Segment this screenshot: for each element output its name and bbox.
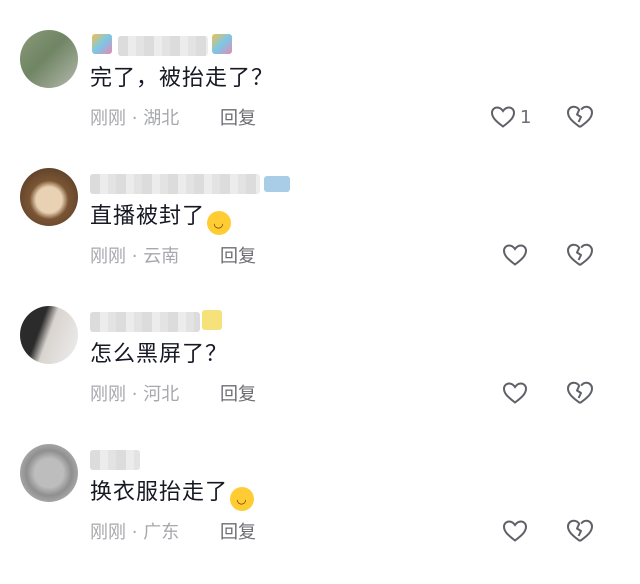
comment-time: 刚刚 — [90, 384, 126, 405]
meta-separator: · — [131, 108, 138, 129]
username-blurred[interactable] — [90, 312, 200, 332]
comment-time: 刚刚 — [90, 246, 126, 267]
dislike-button[interactable] — [566, 104, 594, 134]
user-badge-icon — [212, 34, 232, 54]
heart-outline-icon — [502, 244, 528, 266]
comment-item: 换衣服抬走了 ◡ 刚刚 · 广东 回复 — [0, 444, 640, 584]
like-count: 1 — [520, 106, 532, 128]
comment-meta: 刚刚 · 湖北 — [90, 104, 179, 130]
meta-separator: · — [131, 384, 138, 405]
user-badge-icon — [92, 34, 112, 54]
heart-outline-icon — [502, 382, 528, 404]
reply-button[interactable]: 回复 — [220, 104, 256, 130]
like-button[interactable] — [502, 518, 532, 544]
comment-time: 刚刚 — [90, 522, 126, 543]
comment-text: 怎么黑屏了？ — [90, 342, 229, 367]
grinning-sweat-emoji: ◡ — [230, 487, 255, 511]
comment-item: 怎么黑屏了？ 刚刚 · 河北 回复 — [0, 306, 640, 446]
avatar[interactable] — [20, 444, 78, 502]
comment-meta: 刚刚 · 广东 — [90, 518, 179, 544]
dislike-button[interactable] — [566, 242, 594, 272]
meta-separator: · — [131, 246, 138, 267]
avatar[interactable] — [20, 306, 78, 364]
reply-button[interactable]: 回复 — [220, 380, 256, 406]
comment-text: 完了，被抬走了？ — [90, 66, 275, 91]
avatar[interactable] — [20, 168, 78, 226]
like-button[interactable] — [502, 242, 532, 268]
broken-heart-icon — [567, 381, 593, 404]
reply-button[interactable]: 回复 — [220, 242, 256, 268]
like-button[interactable] — [502, 380, 532, 406]
comment-location: 湖北 — [143, 108, 180, 129]
heart-outline-icon — [502, 520, 528, 542]
user-badge-icon — [202, 310, 222, 330]
comment-location: 河北 — [143, 384, 180, 405]
broken-heart-icon — [567, 243, 593, 266]
comment-location: 广东 — [143, 522, 180, 543]
dislike-button[interactable] — [566, 380, 594, 410]
comment-time: 刚刚 — [90, 108, 126, 129]
avatar[interactable] — [20, 30, 78, 88]
heart-outline-icon — [490, 106, 516, 128]
like-button[interactable]: 1 — [490, 104, 531, 130]
username-blurred[interactable] — [118, 36, 208, 56]
comment-meta: 刚刚 · 云南 — [90, 242, 179, 268]
username-blurred[interactable] — [90, 450, 140, 470]
comment-item: 直播被封了 ◡ 刚刚 · 云南 回复 — [0, 168, 640, 308]
user-badge-icon — [264, 176, 290, 192]
comment-item: 完了，被抬走了？ 刚刚 · 湖北 回复 1 — [0, 30, 640, 170]
comment-location: 云南 — [143, 246, 180, 267]
username-blurred[interactable] — [90, 174, 260, 194]
broken-heart-icon — [567, 105, 593, 128]
comment-meta: 刚刚 · 河北 — [90, 380, 179, 406]
comment-text: 换衣服抬走了 ◡ — [90, 474, 255, 511]
meta-separator: · — [131, 522, 138, 543]
comment-text: 直播被封了 ◡ — [90, 198, 232, 235]
reply-button[interactable]: 回复 — [220, 518, 256, 544]
grinning-sweat-emoji: ◡ — [207, 211, 232, 235]
broken-heart-icon — [567, 519, 593, 542]
dislike-button[interactable] — [566, 518, 594, 548]
